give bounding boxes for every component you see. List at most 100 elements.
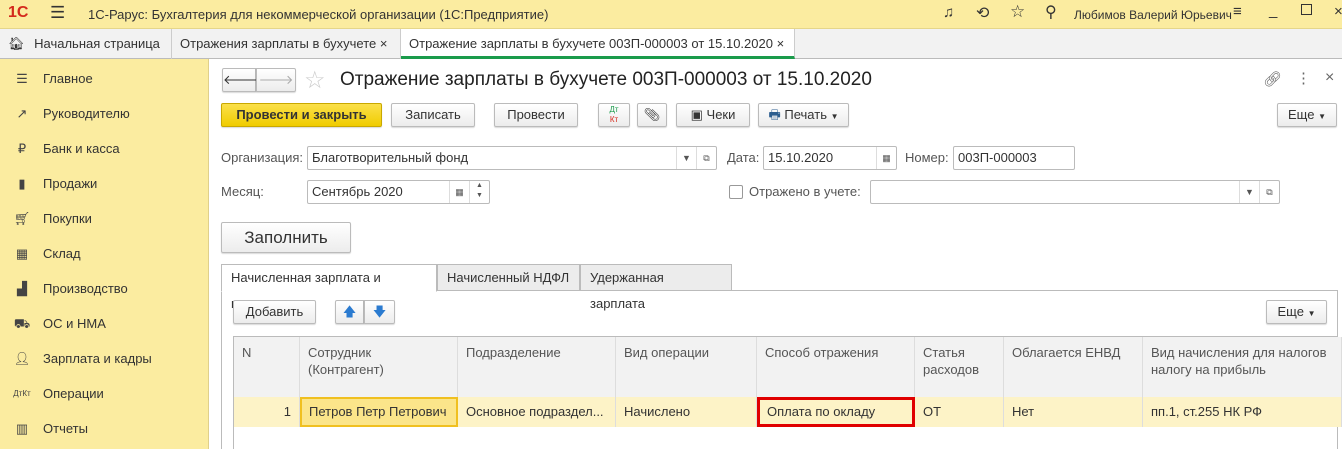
factory-icon: ▟ xyxy=(17,281,27,296)
back-button[interactable]: 🡐 xyxy=(222,68,258,92)
close-icon[interactable]: × xyxy=(777,36,785,51)
month-field[interactable]: Сентябрь 2020 ▦ ▲ ▼ xyxy=(307,180,490,204)
tab-accrued-salary[interactable]: Начисленная зарплата и взносы xyxy=(221,264,437,311)
sidebar-item-warehouse[interactable]: ▦ Склад xyxy=(0,236,208,271)
tab-document[interactable]: Отражение зарплаты в бухучете 003П-00000… xyxy=(401,29,795,59)
receipts-button[interactable]: ▣ Чеки xyxy=(676,103,750,127)
forward-button[interactable]: 🡒 xyxy=(256,68,296,92)
tab-label: Начальная страница xyxy=(34,36,160,51)
bar-chart-icon: ▥ xyxy=(15,421,29,436)
sidebar-item-production[interactable]: ▟ Производство xyxy=(0,271,208,306)
reflected-checkbox[interactable] xyxy=(729,185,743,199)
cell-method[interactable]: Оплата по окладу xyxy=(757,397,915,427)
settings-menu-icon[interactable]: ≡ xyxy=(1233,3,1242,20)
table-more-button[interactable]: Еще ▼ xyxy=(1266,300,1327,324)
dt-label: Дт xyxy=(609,105,619,114)
arrow-down-icon: 🡇 xyxy=(372,304,387,319)
col-header-department[interactable]: Подразделение xyxy=(458,337,616,397)
cell-expense[interactable]: ОТ xyxy=(915,397,1004,427)
col-header-operation[interactable]: Вид операции xyxy=(616,337,757,397)
print-label: Печать xyxy=(784,107,827,122)
add-button[interactable]: Добавить xyxy=(233,300,316,324)
reflected-field[interactable]: ▼ ⧉ xyxy=(870,180,1280,204)
person-icon: 👤︎ xyxy=(13,351,31,366)
col-header-envd[interactable]: Облагается ЕНВД xyxy=(1004,337,1143,397)
col-header-expense[interactable]: Статья расходов xyxy=(915,337,1004,397)
close-window-icon[interactable]: × xyxy=(1334,3,1342,20)
sidebar-item-label: Зарплата и кадры xyxy=(43,351,152,366)
dt-kt-button[interactable]: Дт Кт xyxy=(598,103,630,127)
sidebar-item-label: Руководителю xyxy=(43,106,130,121)
date-label: Дата: xyxy=(727,150,760,165)
open-icon[interactable]: ⧉ xyxy=(696,147,716,169)
sidebar-item-manager[interactable]: ↗ Руководителю xyxy=(0,96,208,131)
tab-accrued-ndfl[interactable]: Начисленный НДФЛ xyxy=(437,264,580,291)
sidebar-item-label: Главное xyxy=(43,71,93,86)
cell-n[interactable]: 1 xyxy=(234,397,300,427)
bell-icon[interactable]: ♫ xyxy=(943,4,954,21)
sidebar-item-assets[interactable]: ⛟ ОС и НМА xyxy=(0,306,208,341)
post-and-close-button[interactable]: Провести и закрыть xyxy=(221,103,382,127)
sidebar-item-bank[interactable]: ₽ Банк и касса xyxy=(0,131,208,166)
col-header-method[interactable]: Способ отражения xyxy=(757,337,915,397)
col-header-n[interactable]: N xyxy=(234,337,300,397)
favorite-star-icon[interactable]: ☆ xyxy=(304,66,326,95)
home-icon: 🏠︎ xyxy=(8,36,29,51)
attach-button[interactable]: 📎︎ xyxy=(637,103,667,127)
minimize-icon[interactable]: _ xyxy=(1269,2,1277,19)
dt-kt-icon: ДтКт xyxy=(13,389,31,398)
col-header-accrual-type[interactable]: Вид начисления для налогов налогу на при… xyxy=(1143,337,1342,397)
sidebar-item-salary[interactable]: 👤︎ Зарплата и кадры xyxy=(0,341,208,376)
date-value: 15.10.2020 xyxy=(768,150,834,165)
col-header-employee[interactable]: Сотрудник (Контрагент) xyxy=(300,337,458,397)
move-up-button[interactable]: 🡅 xyxy=(335,300,364,324)
cell-operation[interactable]: Начислено xyxy=(616,397,757,427)
number-field[interactable]: 003П-000003 xyxy=(953,146,1075,170)
calendar-icon[interactable]: ▦ xyxy=(876,147,896,169)
number-value: 003П-000003 xyxy=(958,150,1037,165)
truck-icon: ⛟ xyxy=(13,316,31,331)
chevron-down-icon: ▼ xyxy=(1318,112,1326,121)
main-menu-icon[interactable]: ☰ xyxy=(50,3,65,23)
close-icon[interactable]: × xyxy=(380,36,388,51)
more-vert-icon[interactable]: ⋮ xyxy=(1296,69,1311,87)
close-form-icon[interactable]: × xyxy=(1325,69,1334,87)
sidebar-item-main[interactable]: ☰ Главное xyxy=(0,61,208,96)
more-button[interactable]: Еще ▼ xyxy=(1277,103,1337,127)
calendar-icon[interactable]: ▦ xyxy=(449,181,469,203)
user-name[interactable]: Любимов Валерий Юрьевич xyxy=(1074,8,1232,22)
paperclip-icon: 📎︎ xyxy=(643,107,661,122)
sidebar-item-label: Покупки xyxy=(43,211,92,226)
star-icon[interactable]: ☆ xyxy=(1010,2,1025,22)
tab-withheld-salary[interactable]: Удержанная зарплата xyxy=(580,264,732,311)
cell-accrual-type[interactable]: пп.1, ст.255 НК РФ xyxy=(1143,397,1342,427)
sidebar-item-operations[interactable]: ДтКт Операции xyxy=(0,376,208,411)
link-icon[interactable]: 🔗︎ xyxy=(1263,70,1282,88)
cell-department[interactable]: Основное подраздел... xyxy=(458,397,616,427)
cell-employee[interactable]: Петров Петр Петрович xyxy=(300,397,458,427)
sidebar-item-sales[interactable]: ▮ Продажи xyxy=(0,166,208,201)
spin-icon[interactable]: ▲ ▼ xyxy=(469,181,489,203)
move-down-button[interactable]: 🡇 xyxy=(364,300,395,324)
maximize-icon[interactable] xyxy=(1301,4,1312,15)
month-value: Сентябрь 2020 xyxy=(312,184,403,199)
post-button[interactable]: Провести xyxy=(494,103,578,127)
fill-button[interactable]: Заполнить xyxy=(221,222,351,253)
search-icon[interactable]: ⚲ xyxy=(1045,2,1057,22)
save-button[interactable]: Записать xyxy=(391,103,475,127)
cell-envd[interactable]: Нет xyxy=(1004,397,1143,427)
tab-home[interactable]: 🏠︎ Начальная страница xyxy=(0,29,172,59)
sidebar-item-reports[interactable]: ▥ Отчеты xyxy=(0,411,208,446)
open-icon[interactable]: ⧉ xyxy=(1259,181,1279,203)
print-button[interactable]: 🖶 Печать ▼ xyxy=(758,103,849,127)
sidebar-item-label: Склад xyxy=(43,246,81,261)
tab-list[interactable]: Отражения зарплаты в бухучете × xyxy=(172,29,401,59)
date-field[interactable]: 15.10.2020 ▦ xyxy=(763,146,897,170)
bag-icon: ▮ xyxy=(18,176,26,191)
dropdown-icon[interactable]: ▼ xyxy=(1239,181,1259,203)
org-field[interactable]: Благотворительный фонд ▼ ⧉ xyxy=(307,146,717,170)
dropdown-icon[interactable]: ▼ xyxy=(676,147,696,169)
sidebar-item-purchases[interactable]: 🛒︎ Покупки xyxy=(0,201,208,236)
history-icon[interactable]: ⟲ xyxy=(976,3,989,23)
tab-label: Отражения зарплаты в бухучете xyxy=(180,36,377,51)
